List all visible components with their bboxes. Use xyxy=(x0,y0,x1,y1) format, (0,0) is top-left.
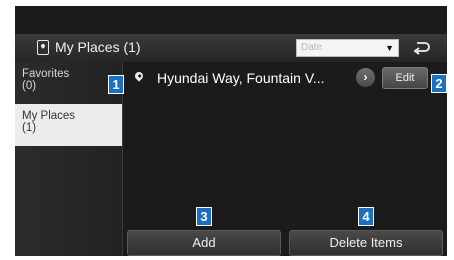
sidebar-item-label: My Places xyxy=(22,110,76,122)
callout-marker-2: 2 xyxy=(431,74,447,93)
bottom-bar: Add Delete Items xyxy=(123,225,447,256)
sidebar: Favorites (0) My Places (1) xyxy=(15,62,123,256)
delete-items-button[interactable]: Delete Items xyxy=(289,230,443,256)
place-name: Hyundai Way, Fountain V... xyxy=(157,70,325,86)
back-arrow-icon xyxy=(413,42,430,55)
sort-dropdown[interactable]: Date ▼ xyxy=(296,39,399,57)
dropdown-arrow-icon: ▼ xyxy=(385,43,394,53)
my-places-icon xyxy=(37,40,49,55)
sidebar-item-count: (0) xyxy=(22,80,37,92)
sidebar-item-count: (1) xyxy=(22,122,37,134)
callout-marker-3: 3 xyxy=(196,207,212,226)
callout-marker-4: 4 xyxy=(358,207,374,226)
places-list: Hyundai Way, Fountain V... › Edit xyxy=(123,62,447,225)
sidebar-item-favorites[interactable]: Favorites (0) xyxy=(15,62,122,104)
sidebar-item-my-places[interactable]: My Places (1) xyxy=(15,104,122,146)
navigation-screen: My Places (1) Date ▼ Favorites (0) My Pl… xyxy=(15,6,447,256)
callout-marker-1: 1 xyxy=(108,75,124,94)
add-button[interactable]: Add xyxy=(127,230,281,256)
header-bar: My Places (1) Date ▼ xyxy=(15,34,447,63)
edit-button[interactable]: Edit xyxy=(382,67,428,89)
sidebar-item-label: Favorites xyxy=(22,68,70,80)
back-button[interactable] xyxy=(407,37,437,59)
detail-button[interactable]: › xyxy=(356,68,375,87)
sort-dropdown-value: Date xyxy=(301,42,323,53)
location-pin-icon xyxy=(133,70,145,82)
page-title: My Places (1) xyxy=(55,39,141,55)
list-item[interactable]: Hyundai Way, Fountain V... › Edit xyxy=(123,64,447,92)
